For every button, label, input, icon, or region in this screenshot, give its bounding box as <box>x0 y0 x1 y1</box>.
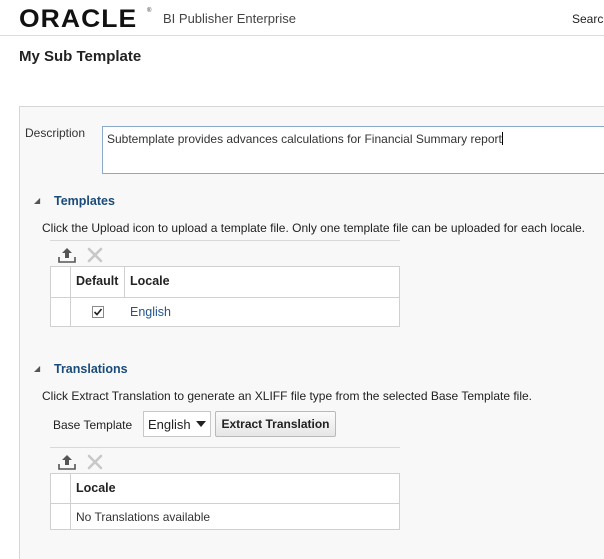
upload-icon[interactable] <box>58 454 76 470</box>
translations-table: Locale No Translations available <box>50 473 400 530</box>
text-caret <box>501 132 503 145</box>
search-link[interactable]: Search <box>572 12 604 26</box>
column-header-locale[interactable]: Locale <box>130 274 170 288</box>
description-label: Description <box>25 126 86 140</box>
global-header: ORACLE ® BI Publisher Enterprise Search <box>0 0 604 36</box>
locale-link-english[interactable]: English <box>130 305 171 319</box>
delete-icon <box>87 454 103 470</box>
templates-collapse-icon[interactable]: ◢ <box>34 196 40 205</box>
templates-section-title[interactable]: Templates <box>54 194 115 208</box>
templates-toolbar-divider <box>50 240 400 241</box>
dropdown-arrow-icon <box>196 421 206 427</box>
oracle-logo: ORACLE <box>19 5 138 33</box>
page-title: My Sub Template <box>19 48 142 65</box>
product-name: BI Publisher Enterprise <box>163 11 296 26</box>
base-template-select[interactable]: English <box>143 411 211 437</box>
base-template-label: Base Template <box>53 418 133 432</box>
checkbox-checked-icon <box>92 306 104 318</box>
delete-icon <box>87 247 103 263</box>
upload-icon[interactable] <box>58 247 76 263</box>
default-checkbox[interactable] <box>92 306 104 321</box>
templates-table: Default Locale English <box>50 266 400 327</box>
extract-translation-button[interactable]: Extract Translation <box>215 411 336 437</box>
empty-table-message: No Translations available <box>76 510 211 524</box>
registered-mark: ® <box>147 8 152 14</box>
translations-help-text: Click Extract Translation to generate an… <box>42 389 533 403</box>
description-textarea[interactable]: Subtemplate provides advances calculatio… <box>102 126 604 174</box>
translations-section-title[interactable]: Translations <box>54 362 128 376</box>
templates-help-text: Click the Upload icon to upload a templa… <box>42 221 585 235</box>
column-header-locale[interactable]: Locale <box>76 481 116 495</box>
base-template-selected: English <box>148 417 191 432</box>
description-value: Subtemplate provides advances calculatio… <box>107 132 502 146</box>
translations-collapse-icon[interactable]: ◢ <box>34 364 40 373</box>
table-row: English <box>130 305 171 319</box>
column-header-default[interactable]: Default <box>76 274 118 288</box>
translations-toolbar-divider <box>50 447 400 448</box>
